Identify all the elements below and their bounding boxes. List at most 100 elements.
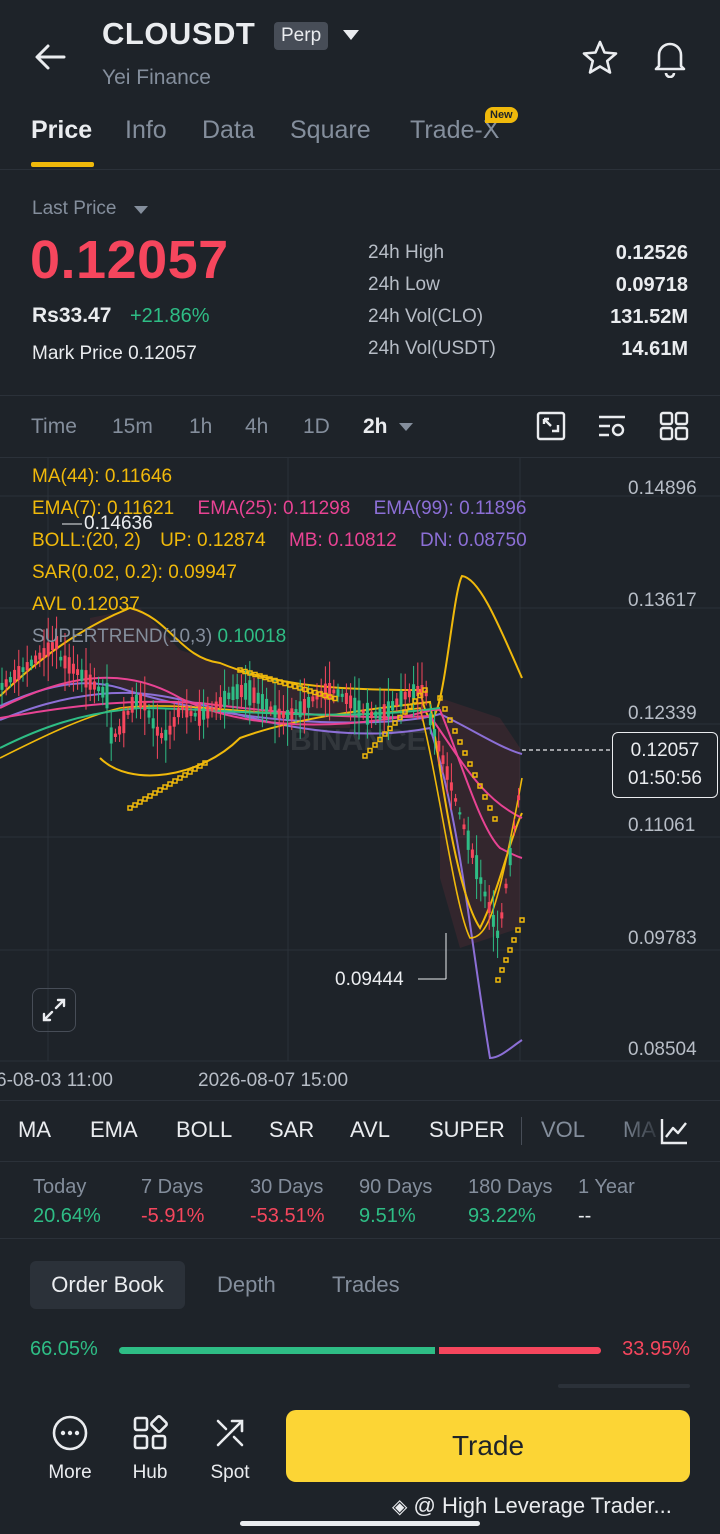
candle-body — [412, 684, 416, 699]
interval-1h[interactable]: 1h — [189, 415, 212, 439]
candle-body — [265, 698, 269, 712]
indicator-tab-ma[interactable]: MA — [18, 1117, 51, 1143]
interval-4h[interactable]: 4h — [245, 415, 268, 439]
indicator-boll-mb: MB: 0.10812 — [288, 530, 397, 551]
header: CLOUSDT Perp Yei Finance — [0, 0, 720, 100]
trade-button[interactable]: Trade — [286, 1410, 690, 1482]
interval-2h[interactable]: 2h — [363, 415, 388, 439]
candle-body — [273, 705, 277, 718]
chart-settings-icon[interactable] — [596, 410, 628, 442]
perf-180d: 180 Days 93.22% — [468, 1176, 553, 1228]
sar-dot — [162, 784, 168, 790]
interval-1d[interactable]: 1D — [303, 415, 330, 439]
candle-body — [353, 697, 357, 714]
fullscreen-button[interactable] — [32, 988, 76, 1032]
indicator-tab-vol[interactable]: VOL — [541, 1117, 585, 1143]
candle-body — [13, 669, 17, 683]
perf-value: -53.51% — [250, 1205, 325, 1227]
indicator-settings-icon[interactable] — [658, 1115, 690, 1147]
main-tabs: Price Info Data Square Trade-X New — [0, 107, 720, 170]
indicator-tab-ema[interactable]: EMA — [90, 1117, 138, 1143]
candle-body — [294, 709, 298, 715]
bell-icon[interactable] — [650, 38, 690, 78]
candlestick-chart[interactable]: BINANCE MA(44): 0.11646 EMA(7): 0.11621 … — [0, 458, 720, 1098]
indicator-avl: AVL 0.12037 — [32, 594, 140, 615]
candle-body — [517, 795, 521, 801]
sar-dot — [519, 917, 525, 923]
indicator-tab-boll[interactable]: BOLL — [176, 1117, 232, 1143]
sar-dot — [192, 766, 198, 772]
x-axis-label: 6-08-03 11:00 — [0, 1070, 113, 1091]
candle-body — [256, 692, 260, 704]
tab-info[interactable]: Info — [125, 116, 167, 145]
tab-order-book[interactable]: Order Book — [30, 1261, 185, 1309]
candle-body — [122, 711, 126, 734]
interval-dropdown-icon[interactable] — [399, 423, 413, 431]
indicator-ma: MA(44): 0.11646 — [32, 466, 173, 487]
candle-body — [269, 706, 273, 711]
candle-body — [76, 669, 80, 675]
tab-data[interactable]: Data — [202, 116, 255, 145]
candle-body — [34, 655, 38, 664]
candle-body — [252, 687, 256, 703]
caret-down-icon[interactable] — [134, 206, 148, 214]
indicator-tab-sar[interactable]: SAR — [269, 1117, 314, 1143]
candle-body — [97, 686, 101, 692]
candle-body — [101, 686, 105, 698]
interval-15m[interactable]: 15m — [112, 415, 153, 439]
indicator-tab-super[interactable]: SUPER — [429, 1117, 505, 1143]
candle-body — [71, 663, 75, 674]
home-indicator — [240, 1521, 480, 1526]
candle-body — [311, 696, 315, 702]
candle-body — [441, 755, 445, 764]
sar-dot — [137, 799, 143, 805]
indicator-boll-dn: DN: 0.08750 — [420, 530, 527, 551]
tab-square[interactable]: Square — [290, 116, 371, 145]
candle-body — [374, 711, 378, 719]
sar-dot — [407, 703, 413, 710]
candle-body — [168, 725, 172, 735]
candle-body — [298, 701, 302, 718]
indicator-boll-up: UP: 0.12874 — [160, 530, 266, 551]
indicator-sar: SAR(0.02, 0.2): 0.09947 — [32, 562, 237, 583]
chart-high-marker: 0.14636 — [84, 513, 153, 534]
back-arrow-icon[interactable] — [30, 38, 70, 78]
candle-body — [260, 694, 264, 710]
y-axis-label: 0.09783 — [628, 928, 697, 949]
candle-body — [466, 830, 470, 850]
candle-body — [357, 700, 361, 718]
last-price-label[interactable]: Last Price — [32, 198, 116, 220]
perf-value: -5.91% — [141, 1205, 205, 1227]
candle-body — [223, 690, 227, 708]
chevron-down-icon[interactable] — [343, 30, 359, 40]
stat-label-vol-base: 24h Vol(CLO) — [368, 306, 484, 327]
candle-body — [164, 729, 168, 741]
perf-label: 180 Days — [468, 1176, 553, 1198]
sar-dot — [515, 927, 521, 933]
contract-type-badge: Perp — [274, 22, 329, 50]
symbol-title[interactable]: CLOUSDT — [102, 16, 255, 52]
candle-body — [197, 704, 201, 726]
star-icon[interactable] — [580, 38, 620, 78]
candle-countdown: 01:50:56 — [628, 768, 702, 789]
chart-screenshot-icon[interactable] — [535, 410, 567, 442]
candle-body — [336, 689, 340, 697]
hub-button[interactable]: Hub — [110, 1413, 190, 1484]
candle-body — [365, 702, 369, 725]
more-button[interactable]: More — [30, 1413, 110, 1484]
candle-body — [403, 691, 407, 700]
indicator-ema99: EMA(99): 0.11896 — [373, 498, 527, 519]
indicator-tab-avl[interactable]: AVL — [350, 1117, 390, 1143]
candle-body — [151, 718, 155, 729]
buy-sell-ratio: 66.05% 33.95% — [0, 1330, 720, 1370]
candle-body — [340, 693, 344, 697]
tab-price[interactable]: Price — [31, 116, 92, 145]
tab-depth[interactable]: Depth — [217, 1261, 276, 1309]
stat-value-vol-quote: 14.61M — [621, 338, 688, 360]
layout-grid-icon[interactable] — [658, 410, 690, 442]
candle-body — [244, 683, 248, 700]
tab-trades[interactable]: Trades — [332, 1261, 400, 1309]
candle-body — [172, 717, 176, 727]
interval-time[interactable]: Time — [31, 415, 77, 439]
spot-button[interactable]: Spot — [190, 1413, 270, 1484]
